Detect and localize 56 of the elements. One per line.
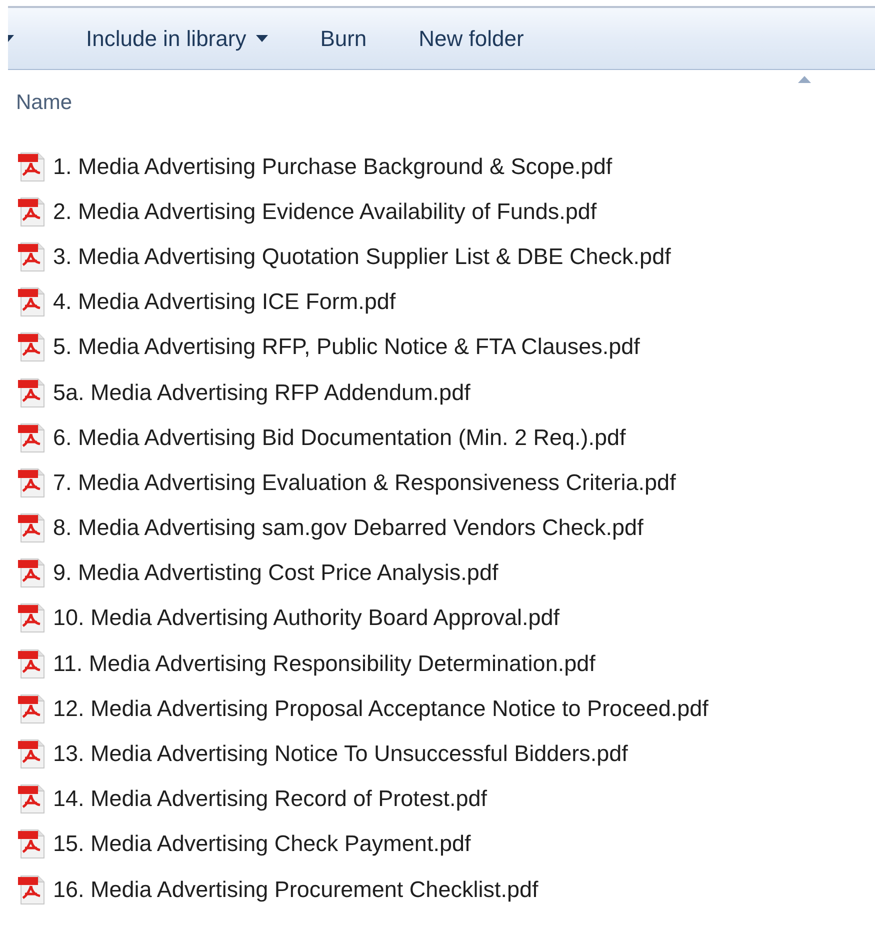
file-row[interactable]: 15. Media Advertising Check Payment.pdf [8, 822, 875, 867]
file-row[interactable]: 11. Media Advertising Responsibility Determination.pdf [8, 641, 875, 686]
pdf-file-icon [17, 648, 47, 680]
file-name: 12. Media Advertising Proposal Acceptance Notice to Proceed.pdf [53, 696, 708, 722]
pdf-file-icon [17, 783, 47, 816]
caret-icon [256, 35, 268, 42]
file-row[interactable]: 9. Media Advertisting Cost Price Analysis.pdf [8, 550, 875, 596]
file-name: 3. Media Advertising Quotation Supplier List & DBE Check.pdf [53, 244, 671, 270]
file-name: 8. Media Advertising sam.gov Debarred Vendors Check.pdf [53, 515, 644, 542]
pdf-file-icon [17, 422, 47, 454]
file-row[interactable]: 10. Media Advertising Authority Board Approval.pdf [8, 596, 875, 642]
file-name: 4. Media Advertising ICE Form.pdf [53, 289, 396, 316]
pdf-file-icon [17, 240, 47, 273]
file-name: 6. Media Advertising Bid Documentation (Min. 2 Req.).pdf [53, 424, 626, 451]
pdf-file-icon [17, 196, 47, 228]
file-row[interactable]: 13. Media Advertising Notice To Unsuccessful Bidders.pdf [8, 731, 875, 777]
pdf-file-icon [17, 874, 47, 906]
file-name: 9. Media Advertisting Cost Price Analysis.pdf [53, 560, 498, 586]
file-name: 10. Media Advertising Authority Board Approval.pdf [53, 605, 560, 632]
pdf-file-icon [17, 602, 47, 634]
file-name: 16. Media Advertising Procurement Checklist.pdf [53, 876, 538, 903]
file-row[interactable]: 2. Media Advertising Evidence Availability of Funds.pdf [8, 189, 875, 234]
file-row[interactable]: 14. Media Advertising Record of Protest.pdf [8, 776, 875, 822]
column-header[interactable]: Name [8, 87, 72, 115]
file-name: 15. Media Advertising Check Payment.pdf [53, 831, 471, 858]
file-row[interactable]: 4. Media Advertising ICE Form.pdf [8, 280, 875, 325]
file-row[interactable]: 8. Media Advertising sam.gov Debarred Vendors Check.pdf [8, 506, 875, 551]
file-row[interactable]: 3. Media Advertising Quotation Supplier List & DBE Check.pdf [8, 234, 875, 280]
pdf-file-icon [17, 828, 47, 860]
toolbar-button[interactable]: Include in library [72, 20, 282, 58]
file-row[interactable]: 7. Media Advertising Evaluation & Responsiveness Criteria.pdf [8, 460, 875, 506]
file-name: 11. Media Advertising Responsibility Determination.pdf [53, 650, 596, 677]
pdf-file-icon [17, 286, 47, 318]
file-row[interactable]: 5a. Media Advertising RFP Addendum.pdf [8, 370, 875, 416]
pdf-file-icon [17, 331, 47, 364]
pdf-file-icon [17, 692, 47, 725]
pdf-file-icon [17, 738, 47, 770]
pdf-file-icon [17, 150, 47, 183]
toolbar-button[interactable]: Burn [306, 20, 381, 58]
file-row[interactable]: 16. Media Advertising Procurement Checklist.pdf [8, 867, 875, 912]
file-name: 1. Media Advertising Purchase Background & Scope.pdf [53, 154, 612, 180]
pdf-file-icon [17, 557, 47, 590]
file-name: 5. Media Advertising RFP, Public Notice & FTA Clauses.pdf [53, 334, 640, 360]
pdf-file-icon [17, 466, 47, 499]
file-row[interactable]: 12. Media Advertising Proposal Acceptance Notice to Proceed.pdf [8, 686, 875, 732]
pdf-file-icon [17, 376, 47, 409]
file-name: 14. Media Advertising Record of Protest.pdf [53, 786, 487, 812]
file-row[interactable]: 5. Media Advertising RFP, Public Notice & FTA Clauses.pdf [8, 324, 875, 370]
file-row[interactable]: 1. Media Advertising Purchase Background & Scope.pdf [8, 144, 875, 190]
toolbar-button[interactable]: New folder [404, 20, 538, 58]
file-name: 7. Media Advertising Evaluation & Responsiveness Criteria.pdf [53, 470, 676, 496]
file-name: 5a. Media Advertising RFP Addendum.pdf [53, 380, 470, 406]
pdf-file-icon [17, 512, 47, 544]
file-name: 13. Media Advertising Notice To Unsuccessful Bidders.pdf [53, 741, 628, 768]
file-name: 2. Media Advertising Evidence Availability of Funds.pdf [53, 198, 597, 225]
file-row[interactable]: 6. Media Advertising Bid Documentation (Min. 2 Req.).pdf [8, 415, 875, 460]
